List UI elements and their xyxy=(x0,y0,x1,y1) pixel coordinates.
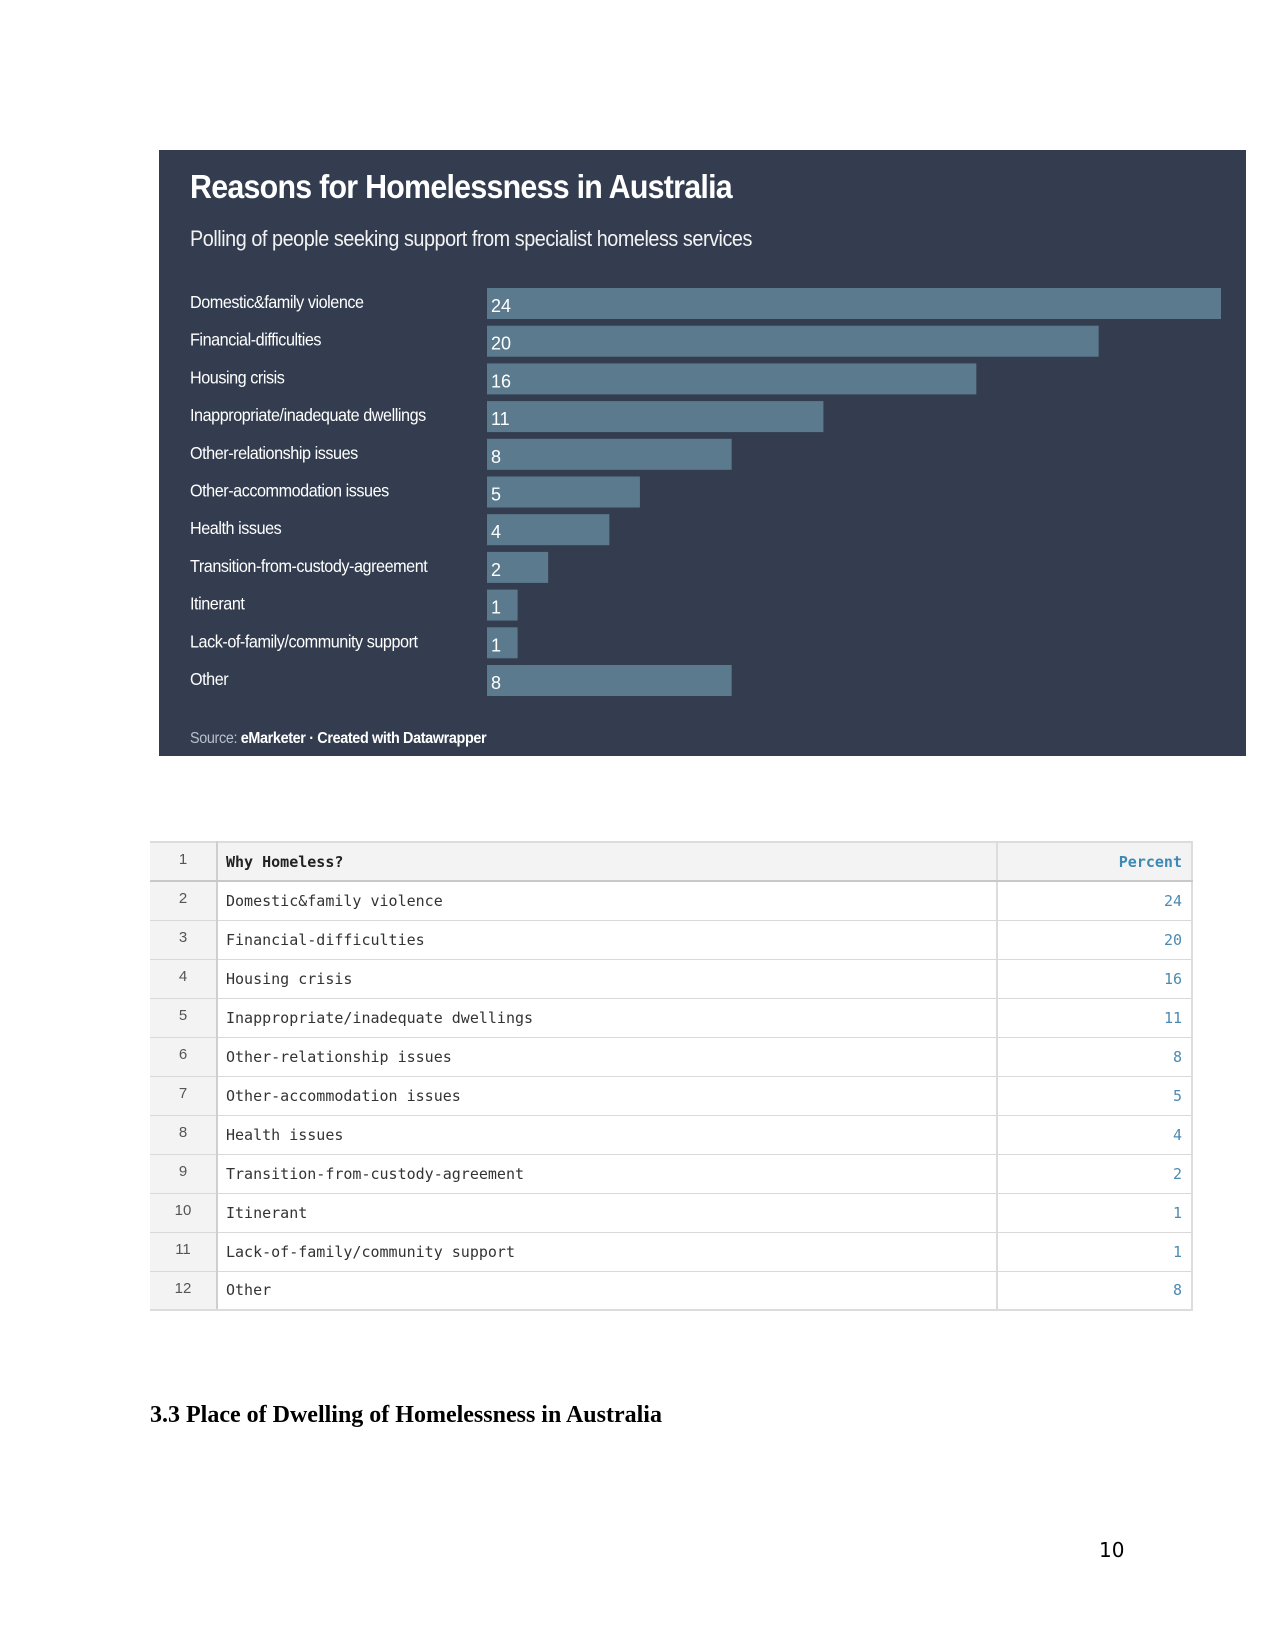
category-label: Financial-difficulties xyxy=(190,330,321,350)
bar-value-label: 24 xyxy=(491,296,511,316)
table-row: 9 Transition-from-custody-agreement 2 xyxy=(150,1153,1193,1193)
bar-value-label: 11 xyxy=(491,409,510,429)
bar-value-label: 20 xyxy=(491,334,511,354)
cell-percent[interactable]: 11 xyxy=(997,997,1193,1037)
cell-reason[interactable]: Domestic&family violence xyxy=(217,880,998,920)
bar-group: Itinerant 1 xyxy=(190,589,518,621)
cell-reason[interactable]: Housing crisis xyxy=(217,958,998,998)
bar-group: Transition-from-custody-agreement 2 xyxy=(190,551,549,583)
chart-credit: Created with Datawrapper xyxy=(317,730,487,747)
column-header-percent[interactable]: Percent xyxy=(997,841,1193,882)
cell-reason[interactable]: Itinerant xyxy=(217,1192,998,1232)
cell-percent[interactable]: 16 xyxy=(997,958,1193,998)
cell-percent[interactable]: 5 xyxy=(997,1075,1193,1115)
cell-percent[interactable]: 8 xyxy=(997,1036,1193,1076)
cell-reason[interactable]: Other-accommodation issues xyxy=(217,1075,998,1115)
row-number: 10 xyxy=(150,1192,218,1232)
cell-reason[interactable]: Lack-of-family/community support xyxy=(217,1231,998,1271)
source-name: eMarketer xyxy=(240,730,306,747)
cell-reason[interactable]: Other xyxy=(217,1270,998,1311)
category-label: Other xyxy=(190,669,229,689)
cell-percent[interactable]: 4 xyxy=(997,1114,1193,1154)
bar-value-label: 8 xyxy=(491,447,501,467)
category-label: Housing crisis xyxy=(190,368,284,388)
bar-group: Health issues 4 xyxy=(190,514,610,546)
category-label: Lack-of-family/community support xyxy=(190,632,418,652)
table-row: 2 Domestic&family violence 24 xyxy=(150,880,1193,920)
row-number: 1 xyxy=(150,841,218,882)
row-number: 9 xyxy=(150,1153,218,1193)
bar-group: Other-accommodation issues 5 xyxy=(190,476,640,508)
bar xyxy=(487,476,640,508)
category-label: Inappropriate/inadequate dwellings xyxy=(190,405,426,425)
cell-percent[interactable]: 1 xyxy=(997,1231,1193,1271)
table-row: 3 Financial-difficulties 20 xyxy=(150,919,1193,959)
row-number: 12 xyxy=(150,1270,218,1311)
bar-chart: Domestic&family violence 24Financial-diff… xyxy=(190,288,1221,696)
cell-reason[interactable]: Other-relationship issues xyxy=(217,1036,998,1076)
bar xyxy=(487,401,824,433)
bar-group: Housing crisis 16 xyxy=(190,363,977,395)
table-row: 8 Health issues 4 xyxy=(150,1114,1193,1154)
row-number: 8 xyxy=(150,1114,218,1154)
bar-group: Financial-difficulties 20 xyxy=(190,325,1099,357)
category-label: Other-relationship issues xyxy=(190,443,358,463)
bar-group: Domestic&family violence 24 xyxy=(190,288,1221,319)
table-row: 10 Itinerant 1 xyxy=(150,1192,1193,1232)
bar-value-label: 1 xyxy=(491,635,501,655)
category-label: Itinerant xyxy=(190,594,245,614)
row-number: 6 xyxy=(150,1036,218,1076)
source-prefix: Source: xyxy=(190,730,238,747)
row-number: 11 xyxy=(150,1231,218,1271)
bar-value-label: 1 xyxy=(491,598,501,618)
table-row: 11 Lack-of-family/community support 1 xyxy=(150,1231,1193,1271)
cell-percent[interactable]: 24 xyxy=(997,880,1193,920)
cell-percent[interactable]: 1 xyxy=(997,1192,1193,1232)
category-label: Health issues xyxy=(190,518,281,538)
cell-percent[interactable]: 2 xyxy=(997,1153,1193,1193)
bar-value-label: 2 xyxy=(491,560,501,580)
chart-source: Source: eMarketer · Created with Datawra… xyxy=(190,730,487,748)
table-header-row: 1 Why Homeless? Percent xyxy=(150,841,1193,882)
category-label: Transition-from-custody-agreement xyxy=(190,556,428,576)
bar-group: Other 8 xyxy=(190,665,732,696)
table-row: 5 Inappropriate/inadequate dwellings 11 xyxy=(150,997,1193,1037)
row-number: 2 xyxy=(150,880,218,920)
row-number: 3 xyxy=(150,919,218,959)
row-number: 7 xyxy=(150,1075,218,1115)
bar-value-label: 5 xyxy=(491,485,501,505)
category-label: Other-accommodation issues xyxy=(190,481,389,501)
table-row: 12 Other 8 xyxy=(150,1270,1193,1311)
column-header-reason[interactable]: Why Homeless? xyxy=(217,841,998,882)
bar-value-label: 4 xyxy=(491,522,501,542)
bar xyxy=(487,288,1221,319)
table-row: 7 Other-accommodation issues 5 xyxy=(150,1075,1193,1115)
bar-group: Inappropriate/inadequate dwellings 11 xyxy=(190,401,824,433)
cell-reason[interactable]: Financial-difficulties xyxy=(217,919,998,959)
bar-value-label: 16 xyxy=(491,371,511,391)
cell-reason[interactable]: Inappropriate/inadequate dwellings xyxy=(217,997,998,1037)
table-row: 6 Other-relationship issues 8 xyxy=(150,1036,1193,1076)
bar xyxy=(487,665,732,696)
cell-reason[interactable]: Health issues xyxy=(217,1114,998,1154)
row-number: 5 xyxy=(150,997,218,1037)
bar xyxy=(487,438,732,470)
bar-group: Lack-of-family/community support 1 xyxy=(190,627,518,659)
bar xyxy=(487,514,610,546)
table-row: 4 Housing crisis 16 xyxy=(150,958,1193,998)
cell-percent[interactable]: 8 xyxy=(997,1270,1193,1311)
data-table: 1 Why Homeless? Percent 2 Domestic&family… xyxy=(150,841,1193,1311)
chart-card: Reasons for Homelessness in Australia Po… xyxy=(159,150,1246,756)
bar xyxy=(487,325,1099,357)
bar-group: Other-relationship issues 8 xyxy=(190,438,732,470)
source-separator: · xyxy=(309,730,314,747)
page-number: 10 xyxy=(1099,1538,1125,1562)
bar xyxy=(487,363,977,395)
category-label: Domestic&family violence xyxy=(190,292,364,312)
bar-value-label: 8 xyxy=(491,673,501,693)
row-number: 4 xyxy=(150,958,218,998)
cell-reason[interactable]: Transition-from-custody-agreement xyxy=(217,1153,998,1193)
section-heading: 3.3 Place of Dwelling of Homelessness in… xyxy=(150,1402,662,1428)
cell-percent[interactable]: 20 xyxy=(997,919,1193,959)
